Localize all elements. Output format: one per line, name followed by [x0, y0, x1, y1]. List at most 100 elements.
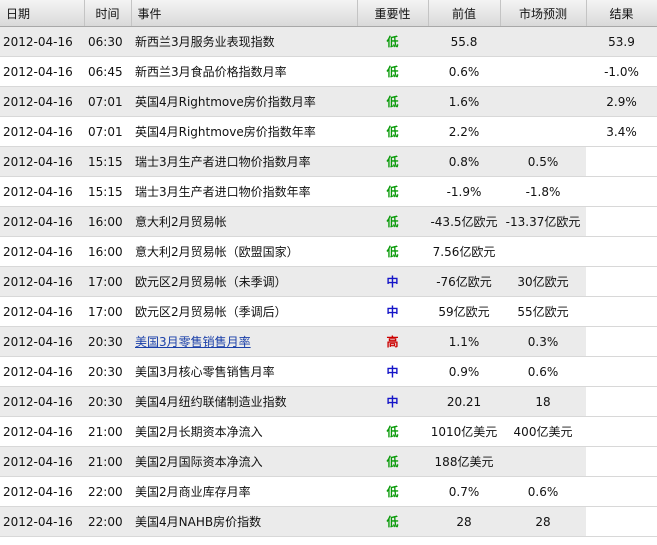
forecast-value-cell	[500, 446, 586, 477]
result-value-cell: 2.9%	[586, 86, 657, 117]
table-row[interactable]: 2012-04-16 22:00 美国4月NAHB房价指数低 28 28	[0, 506, 657, 537]
table-row[interactable]: 2012-04-16 16:00 意大利2月贸易帐低 -43.5亿欧元 -13.37亿欧…	[0, 206, 657, 237]
time-cell: 16:00	[84, 236, 131, 267]
importance-badge: 中	[357, 386, 428, 417]
date-cell: 2012-04-16	[0, 326, 84, 357]
table-row[interactable]: 2012-04-16 07:01 英国4月Rightmove房价指数月率低 1.6% 2…	[0, 86, 657, 117]
time-cell: 20:30	[84, 326, 131, 357]
previous-value-cell: 1.1%	[428, 326, 500, 357]
result-value-cell	[586, 356, 657, 387]
importance-badge: 低	[357, 446, 428, 477]
importance-badge: 低	[357, 146, 428, 177]
previous-value-cell: 0.9%	[428, 356, 500, 387]
table-row[interactable]: 2012-04-16 21:00 美国2月国际资本净流入低 188亿美元	[0, 446, 657, 477]
event-cell: 欧元区2月贸易帐（未季调）	[131, 266, 357, 297]
date-cell: 2012-04-16	[0, 506, 84, 537]
importance-badge: 低	[357, 236, 428, 267]
table-row[interactable]: 2012-04-16 21:00 美国2月长期资本净流入低 1010亿美元 400亿美元	[0, 416, 657, 447]
result-value-cell: -1.0%	[586, 56, 657, 87]
result-value-cell: 53.9	[586, 26, 657, 57]
table-row[interactable]: 2012-04-16 16:00 意大利2月贸易帐（欧盟国家）低 7.56亿欧元	[0, 236, 657, 267]
table-row[interactable]: 2012-04-16 15:15 瑞士3月生产者进口物价指数月率低 0.8% 0.5%	[0, 146, 657, 177]
importance-badge: 低	[357, 506, 428, 537]
result-value-cell	[586, 236, 657, 267]
forecast-value-cell: 18	[500, 386, 586, 417]
date-cell: 2012-04-16	[0, 56, 84, 87]
column-header-result[interactable]: 结果	[586, 0, 657, 27]
table-row[interactable]: 2012-04-16 22:00 美国2月商业库存月率低 0.7% 0.6%	[0, 476, 657, 507]
importance-badge: 低	[357, 116, 428, 147]
importance-badge: 低	[357, 476, 428, 507]
time-cell: 17:00	[84, 296, 131, 327]
result-value-cell	[586, 206, 657, 237]
previous-value-cell: 7.56亿欧元	[428, 236, 500, 267]
result-value-cell	[586, 446, 657, 477]
column-header-forecast[interactable]: 市场预测	[500, 0, 587, 27]
importance-badge: 中	[357, 356, 428, 387]
forecast-value-cell: -1.8%	[500, 176, 586, 207]
column-header-time[interactable]: 时间	[84, 0, 132, 27]
forecast-value-cell: 30亿欧元	[500, 266, 586, 297]
table-row[interactable]: 2012-04-16 17:00 欧元区2月贸易帐（季调后）中 59亿欧元 55亿欧元	[0, 296, 657, 327]
date-cell: 2012-04-16	[0, 356, 84, 387]
column-header-previous[interactable]: 前值	[428, 0, 501, 27]
date-cell: 2012-04-16	[0, 296, 84, 327]
table-row[interactable]: 2012-04-16 15:15 瑞士3月生产者进口物价指数年率低 -1.9% -1.8…	[0, 176, 657, 207]
result-value-cell	[586, 146, 657, 177]
table-row[interactable]: 2012-04-16 20:30 美国3月核心零售销售月率中 0.9% 0.6%	[0, 356, 657, 387]
result-value-cell	[586, 386, 657, 417]
time-cell: 15:15	[84, 176, 131, 207]
table-row[interactable]: 2012-04-16 06:30 新西兰3月服务业表现指数低 55.8 53.9	[0, 26, 657, 57]
event-cell: 美国3月零售销售月率	[131, 326, 357, 357]
event-cell: 美国2月长期资本净流入	[131, 416, 357, 447]
event-cell: 英国4月Rightmove房价指数月率	[131, 86, 357, 117]
table-row[interactable]: 2012-04-16 07:01 英国4月Rightmove房价指数年率低 2.2% 3…	[0, 116, 657, 147]
table-row[interactable]: 2012-04-16 06:45 新西兰3月食品价格指数月率低 0.6% -1.0%	[0, 56, 657, 87]
result-value-cell	[586, 266, 657, 297]
date-cell: 2012-04-16	[0, 236, 84, 267]
event-cell: 新西兰3月服务业表现指数	[131, 26, 357, 57]
event-cell: 英国4月Rightmove房价指数年率	[131, 116, 357, 147]
event-cell: 美国3月核心零售销售月率	[131, 356, 357, 387]
importance-badge: 低	[357, 206, 428, 237]
forecast-value-cell	[500, 26, 586, 57]
date-cell: 2012-04-16	[0, 176, 84, 207]
previous-value-cell: 55.8	[428, 26, 500, 57]
importance-badge: 低	[357, 416, 428, 447]
event-cell: 瑞士3月生产者进口物价指数年率	[131, 176, 357, 207]
previous-value-cell: 59亿欧元	[428, 296, 500, 327]
importance-badge: 低	[357, 56, 428, 87]
result-value-cell	[586, 416, 657, 447]
event-cell: 美国4月纽约联储制造业指数	[131, 386, 357, 417]
time-cell: 06:30	[84, 26, 131, 57]
importance-badge: 高	[357, 326, 428, 357]
previous-value-cell: 0.7%	[428, 476, 500, 507]
table-row[interactable]: 2012-04-16 20:30 美国3月零售销售月率 高 1.1% 0.3%	[0, 326, 657, 357]
forecast-value-cell: -13.37亿欧元	[500, 206, 586, 237]
importance-badge: 中	[357, 266, 428, 297]
previous-value-cell: 0.8%	[428, 146, 500, 177]
table-row[interactable]: 2012-04-16 17:00 欧元区2月贸易帐（未季调）中 -76亿欧元 30亿欧元	[0, 266, 657, 297]
forecast-value-cell: 0.6%	[500, 476, 586, 507]
event-link[interactable]: 美国3月零售销售月率	[135, 335, 251, 349]
time-cell: 15:15	[84, 146, 131, 177]
time-cell: 07:01	[84, 86, 131, 117]
importance-badge: 中	[357, 296, 428, 327]
previous-value-cell: 2.2%	[428, 116, 500, 147]
previous-value-cell: -76亿欧元	[428, 266, 500, 297]
column-header-event[interactable]: 事件	[131, 0, 358, 27]
result-value-cell	[586, 326, 657, 357]
event-cell: 意大利2月贸易帐（欧盟国家）	[131, 236, 357, 267]
column-header-importance[interactable]: 重要性	[357, 0, 429, 27]
result-value-cell	[586, 506, 657, 537]
result-value-cell	[586, 296, 657, 327]
time-cell: 07:01	[84, 116, 131, 147]
forecast-value-cell	[500, 86, 586, 117]
table-row[interactable]: 2012-04-16 20:30 美国4月纽约联储制造业指数中 20.21 18	[0, 386, 657, 417]
event-cell: 意大利2月贸易帐	[131, 206, 357, 237]
date-cell: 2012-04-16	[0, 116, 84, 147]
importance-badge: 低	[357, 86, 428, 117]
column-header-date[interactable]: 日期	[0, 0, 85, 27]
date-cell: 2012-04-16	[0, 206, 84, 237]
previous-value-cell: 20.21	[428, 386, 500, 417]
